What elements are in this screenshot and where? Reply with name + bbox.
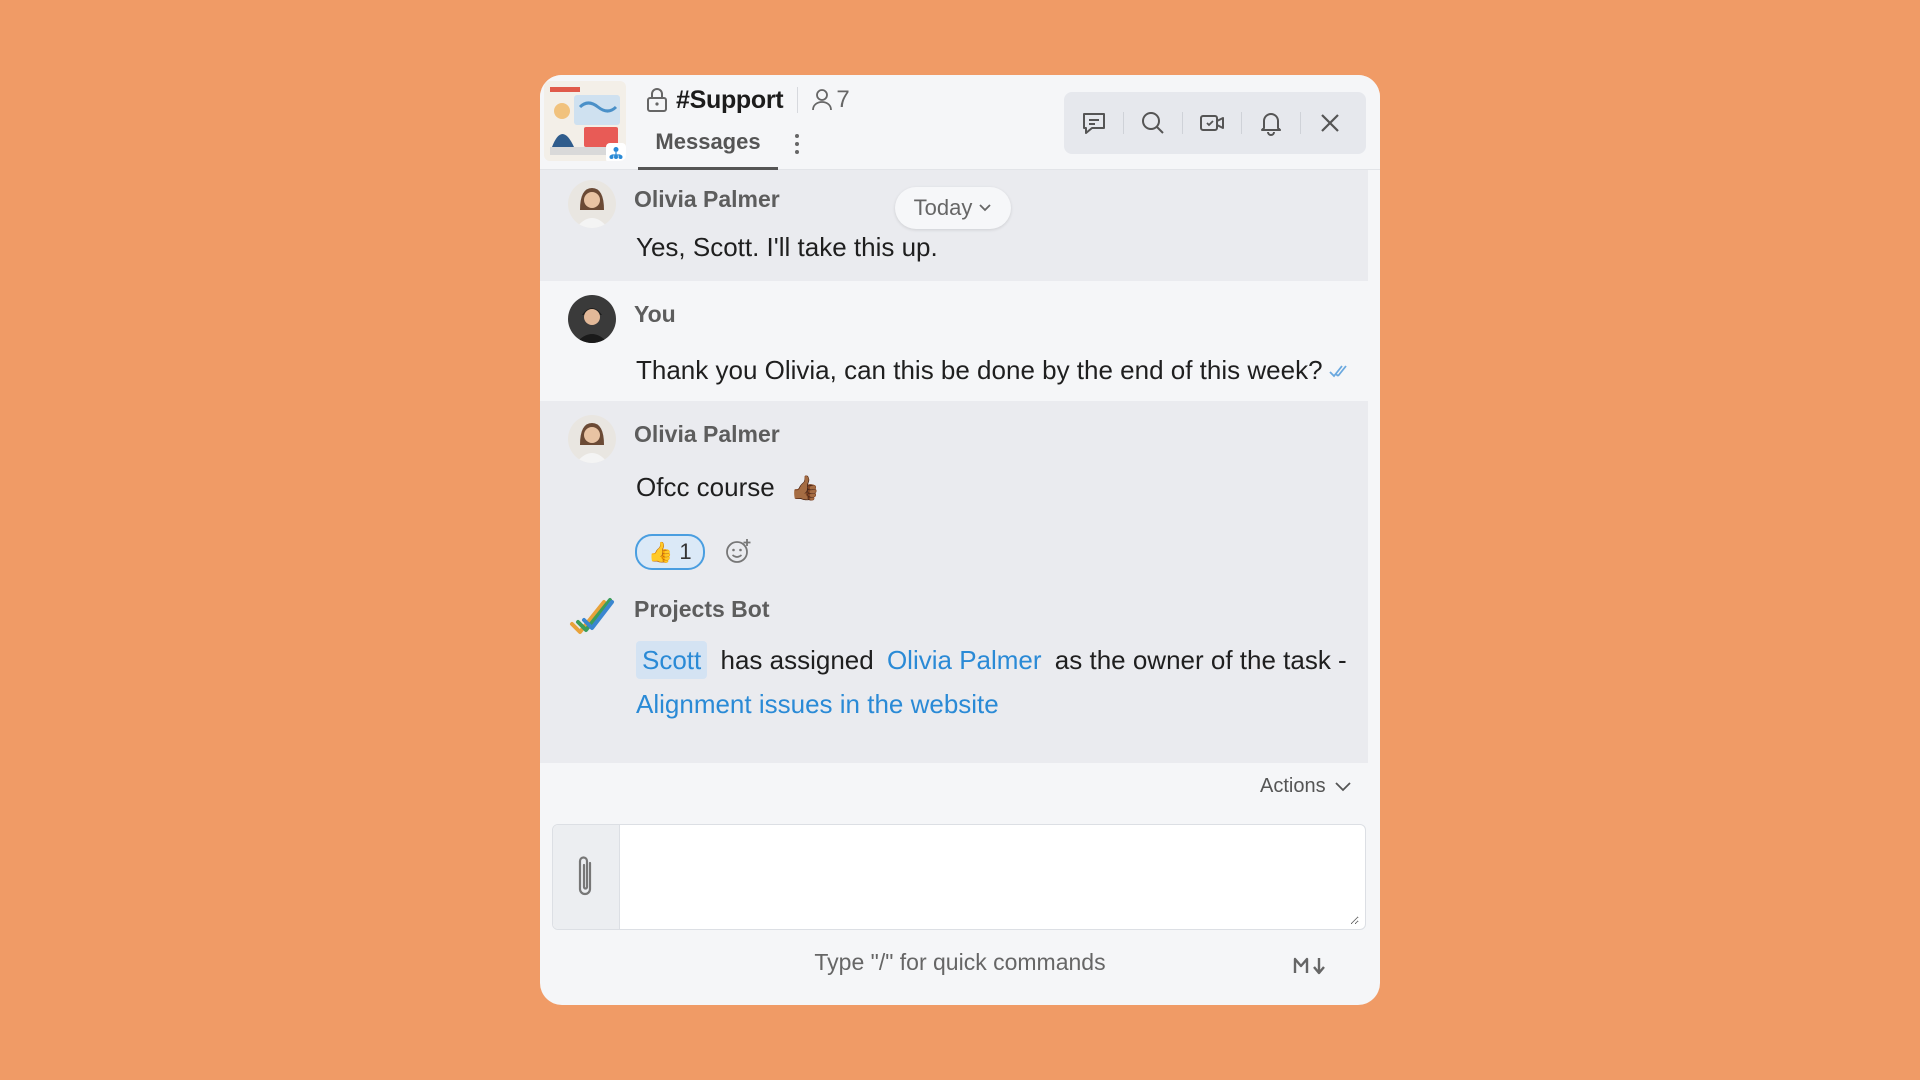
chat-window: #Support 7 Messages Today Olivia Palmer …: [540, 75, 1380, 1005]
message-input[interactable]: [625, 831, 1359, 925]
quick-commands-hint: Type "/" for quick commands: [814, 949, 1106, 975]
tab-messages[interactable]: Messages: [638, 119, 778, 170]
channel-avatar[interactable]: [544, 81, 626, 161]
more-vertical-icon[interactable]: [790, 131, 804, 157]
sender-name[interactable]: Projects Bot: [634, 596, 769, 623]
message-text: Ofcc course 👍🏾: [636, 472, 820, 503]
video-icon: [1199, 115, 1224, 131]
date-pill[interactable]: Today: [895, 187, 1011, 229]
mention-olivia-palmer[interactable]: Olivia Palmer: [887, 645, 1042, 675]
avatar[interactable]: [568, 295, 616, 343]
paperclip-icon: [578, 856, 592, 896]
message-text-part: as the owner of the task -: [1054, 645, 1347, 675]
divider: [797, 87, 799, 113]
message-item[interactable]: You Thank you Olivia, can this be done b…: [540, 281, 1368, 401]
close-button[interactable]: [1300, 92, 1359, 154]
chevron-down-icon: [979, 204, 991, 212]
sender-name[interactable]: Olivia Palmer: [634, 421, 780, 448]
threads-button[interactable]: [1064, 92, 1123, 154]
message-text-content: Ofcc course: [636, 472, 775, 502]
channel-title-row: #Support 7: [646, 85, 850, 115]
tab-messages-label: Messages: [655, 129, 761, 154]
message-text: Thank you Olivia, can this be done by th…: [636, 355, 1323, 385]
header-toolbar: [1064, 92, 1366, 154]
channel-name[interactable]: #Support: [676, 86, 784, 115]
add-reaction-icon[interactable]: [724, 537, 752, 565]
message-item[interactable]: Olivia Palmer Ofcc course 👍🏾 👍 1: [540, 401, 1368, 577]
sender-name[interactable]: You: [634, 301, 676, 328]
actions-dropdown[interactable]: Actions: [1260, 775, 1352, 798]
channel-header: #Support 7 Messages: [540, 75, 1380, 170]
team-icon: [606, 143, 626, 161]
message-item[interactable]: Projects Bot Scott has assigned Olivia P…: [540, 577, 1368, 763]
thumbs-up-emoji: 👍🏾: [789, 475, 820, 502]
actions-label: Actions: [1260, 775, 1326, 797]
chat-icon: [1082, 113, 1105, 134]
notifications-button[interactable]: [1241, 92, 1300, 154]
attach-button[interactable]: [553, 825, 620, 929]
sender-name[interactable]: Olivia Palmer: [634, 186, 780, 213]
date-pill-label: Today: [913, 195, 973, 220]
projects-bot-icon[interactable]: [568, 592, 616, 640]
mention-scott[interactable]: Scott: [636, 641, 708, 679]
message-text: Scott has assigned Olivia Palmer as the …: [636, 638, 1347, 726]
message-text: Yes, Scott. I'll take this up.: [636, 232, 938, 262]
lock-icon: [647, 88, 667, 112]
search-icon: [1141, 112, 1164, 134]
double-check-icon: [1329, 365, 1347, 378]
member-icon: [812, 89, 833, 111]
thumbs-up-icon: 👍: [648, 541, 674, 564]
chevron-down-icon: [1334, 781, 1351, 791]
message-composer: [552, 824, 1366, 930]
markdown-icon[interactable]: [1292, 955, 1330, 977]
reaction-count: 1: [679, 539, 692, 564]
task-link[interactable]: Alignment issues in the website: [636, 689, 999, 719]
avatar[interactable]: [568, 415, 616, 463]
close-icon: [1320, 114, 1339, 132]
reaction-chip[interactable]: 👍 1: [635, 534, 705, 570]
bell-icon: [1260, 113, 1281, 136]
search-button[interactable]: [1123, 92, 1182, 154]
member-count[interactable]: 7: [836, 86, 849, 114]
avatar[interactable]: [568, 180, 616, 228]
message-text-part: has assigned: [720, 645, 874, 675]
video-call-button[interactable]: [1182, 92, 1241, 154]
